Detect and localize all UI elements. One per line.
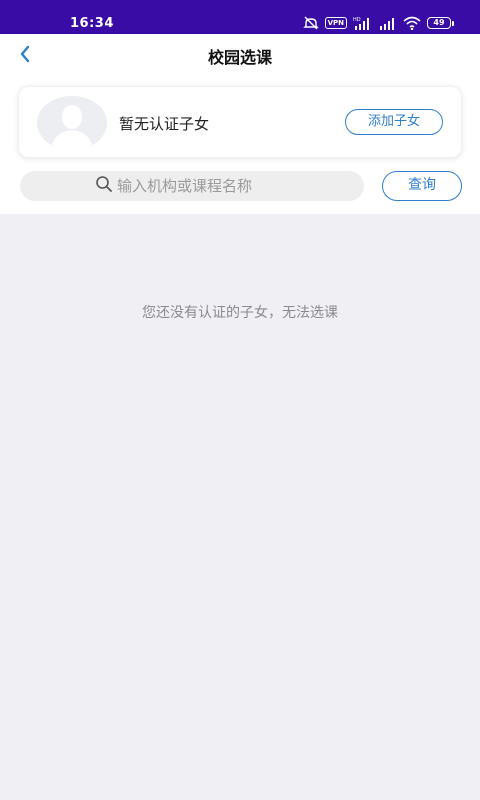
status-time: 16:34 (70, 16, 114, 31)
search-icon (95, 175, 113, 197)
header-panel: 校园选课 暂无认证子女 添加子女 查询 (0, 34, 480, 214)
vpn-badge: VPN (324, 17, 347, 29)
child-card: 暂无认证子女 添加子女 (18, 86, 462, 158)
status-bar: 16:34 VPN HD 49 (0, 0, 480, 34)
search-input[interactable] (117, 177, 289, 195)
alarm-off-icon (302, 16, 319, 30)
add-child-button[interactable]: 添加子女 (345, 109, 443, 135)
query-button[interactable]: 查询 (382, 171, 462, 201)
search-box[interactable] (20, 171, 364, 201)
wifi-icon (403, 16, 421, 30)
battery-tip (452, 20, 454, 26)
avatar-placeholder-icon (37, 96, 107, 150)
svg-text:HD: HD (353, 17, 361, 23)
page-title: 校园选课 (207, 48, 272, 67)
battery-level: 49 (427, 17, 451, 29)
status-icons: VPN HD 49 (302, 15, 454, 31)
battery-indicator: 49 (427, 17, 454, 29)
child-status-text: 暂无认证子女 (119, 115, 210, 133)
signal-hd-icon: HD (353, 16, 373, 30)
empty-state-message: 您还没有认证的子女，无法选课 (142, 305, 338, 321)
signal-icon (379, 16, 397, 30)
